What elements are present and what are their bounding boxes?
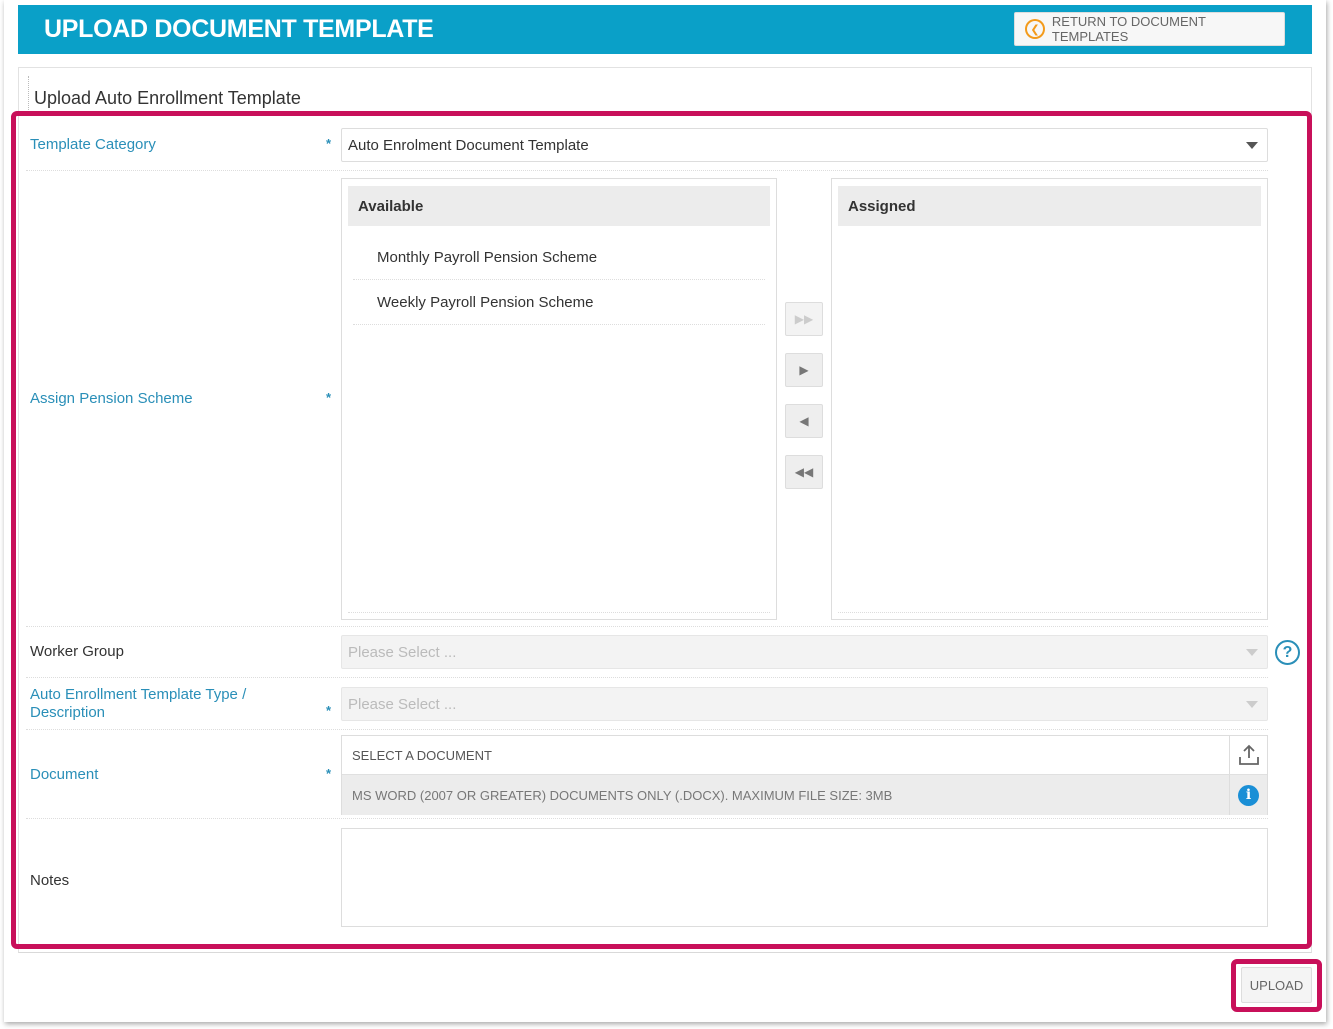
chevron-left-circle-icon: ❮	[1025, 19, 1045, 39]
list-bottom-divider	[348, 612, 770, 613]
select-document-field[interactable]: SELECT A DOCUMENT	[342, 736, 1229, 775]
notes-textarea[interactable]	[341, 828, 1268, 927]
assigned-schemes-list[interactable]: Assigned	[831, 178, 1268, 620]
chevron-down-icon	[1246, 701, 1258, 708]
template-type-label-line1: Auto Enrollment Template Type /	[30, 686, 247, 703]
assign-pension-scheme-label: Assign Pension Scheme	[30, 390, 193, 407]
template-category-value: Auto Enrolment Document Template	[348, 136, 589, 154]
move-left-button[interactable]: ◀	[785, 404, 823, 438]
required-marker: *	[326, 136, 332, 151]
worker-group-select[interactable]: Please Select ...	[341, 635, 1268, 669]
chevron-left-icon: ◀	[799, 414, 809, 428]
move-all-left-button[interactable]: ◀◀	[785, 455, 823, 489]
required-marker: *	[326, 703, 332, 718]
notes-label: Notes	[30, 872, 70, 889]
upload-icon[interactable]	[1229, 736, 1267, 775]
document-label: Document	[30, 766, 99, 783]
template-type-label-line2: Description	[30, 704, 106, 721]
document-hint: MS WORD (2007 OR GREATER) DOCUMENTS ONLY…	[342, 775, 1229, 815]
move-all-right-button[interactable]: ▶▶	[785, 302, 823, 336]
return-button-label: RETURN TO DOCUMENT TEMPLATES	[1051, 14, 1206, 44]
required-marker: *	[326, 390, 332, 405]
row-divider	[26, 729, 1268, 730]
document-upload-field: SELECT A DOCUMENT MS WORD (2007 OR GREAT…	[341, 735, 1268, 815]
chevron-right-icon: ▶	[799, 363, 809, 377]
list-bottom-divider	[838, 612, 1261, 613]
chevron-down-icon	[1246, 649, 1258, 656]
info-icon-cell[interactable]: i	[1229, 775, 1267, 815]
row-divider	[26, 170, 1268, 171]
double-chevron-left-icon: ◀◀	[794, 465, 814, 479]
row-divider	[26, 818, 1268, 819]
row-divider	[26, 677, 1268, 678]
upload-button[interactable]: UPLOAD	[1241, 967, 1312, 1003]
available-list-header: Available	[348, 186, 770, 226]
available-schemes-list[interactable]: Available Monthly Payroll Pension Scheme…	[341, 178, 777, 620]
list-item[interactable]: Weekly Payroll Pension Scheme	[353, 280, 765, 325]
worker-group-label: Worker Group	[30, 643, 124, 660]
required-marker: *	[326, 766, 332, 781]
panel-title: Upload Auto Enrollment Template	[34, 88, 301, 108]
panel-title-divider	[28, 76, 29, 116]
assigned-list-header: Assigned	[838, 186, 1261, 226]
row-divider	[26, 626, 1268, 627]
move-right-button[interactable]: ▶	[785, 353, 823, 387]
return-to-templates-button[interactable]: ❮ RETURN TO DOCUMENT TEMPLATES	[1014, 12, 1285, 46]
double-chevron-right-icon: ▶▶	[794, 312, 814, 326]
page-title: UPLOAD DOCUMENT TEMPLATE	[44, 15, 434, 43]
template-type-select[interactable]: Please Select ...	[341, 687, 1268, 721]
list-item[interactable]: Monthly Payroll Pension Scheme	[353, 235, 765, 280]
worker-group-placeholder: Please Select ...	[348, 643, 457, 661]
template-category-select[interactable]: Auto Enrolment Document Template	[341, 128, 1268, 162]
chevron-down-icon	[1246, 142, 1258, 149]
help-icon[interactable]: ?	[1275, 640, 1300, 665]
info-icon: i	[1238, 784, 1259, 806]
page-header: UPLOAD DOCUMENT TEMPLATE ❮ RETURN TO DOC…	[18, 5, 1312, 54]
template-category-label: Template Category	[30, 136, 156, 153]
template-type-placeholder: Please Select ...	[348, 695, 457, 713]
